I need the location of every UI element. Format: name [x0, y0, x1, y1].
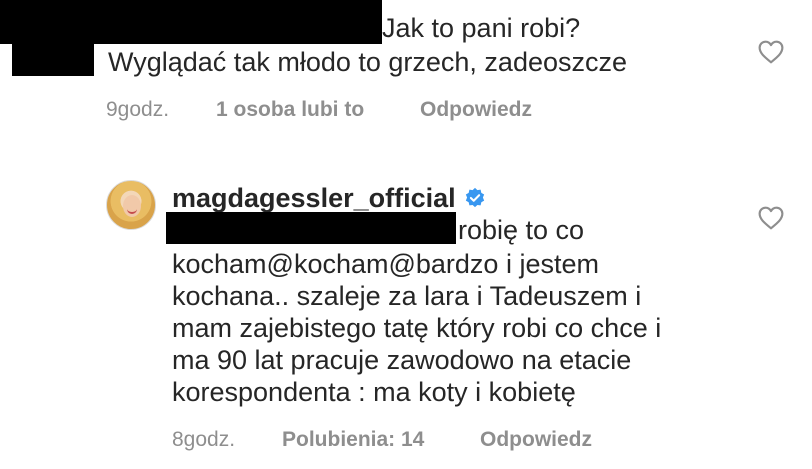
comment-text-line: kocham@kocham@bardzo i jestem	[172, 249, 599, 279]
comment-text-line: kochana.. szaleje za lara i Tadeuszem i	[172, 281, 642, 311]
comment-text-line: Wyglądać tak młodo to grzech, zadeoszcze	[108, 47, 628, 77]
verified-badge-icon	[465, 187, 484, 208]
comment-2: magdagessler_official robię to co kocham…	[0, 170, 812, 469]
reply-button[interactable]: Odpowiedz	[480, 428, 592, 452]
comment-text-line: Jak to pani robi?	[382, 13, 581, 43]
heart-outline-icon[interactable]	[758, 40, 784, 64]
redaction-bar	[0, 0, 382, 44]
heart-outline-icon[interactable]	[758, 206, 784, 230]
reply-button[interactable]: Odpowiedz	[420, 98, 532, 122]
avatar[interactable]	[106, 180, 156, 230]
likes-count-link[interactable]: 1 osoba lubi to	[216, 98, 364, 122]
redaction-bar	[12, 44, 94, 76]
likes-count-link[interactable]: Polubienia: 14	[282, 428, 424, 452]
redaction-bar	[166, 212, 456, 244]
comment-1: Jak to pani robi? Wyglądać tak młodo to …	[0, 0, 812, 140]
comment-text-line: robię to co	[458, 215, 585, 245]
comment-text-line: ma 90 lat pracuje zawodowo na etacie	[172, 345, 632, 375]
comment-timestamp: 8godz.	[172, 428, 236, 451]
comment-body: kocham@kocham@bardzo i jestem kochana.. …	[172, 248, 661, 408]
comment-author-row: magdagessler_official	[172, 182, 486, 214]
comment-text-line: mam zajebistego tatę który robi co chce …	[172, 313, 662, 343]
comment-timestamp: 9godz.	[106, 98, 170, 121]
username-link[interactable]: magdagessler_official	[172, 182, 456, 214]
comment-text-line: korespondenta : ma koty i kobietę	[172, 377, 576, 407]
